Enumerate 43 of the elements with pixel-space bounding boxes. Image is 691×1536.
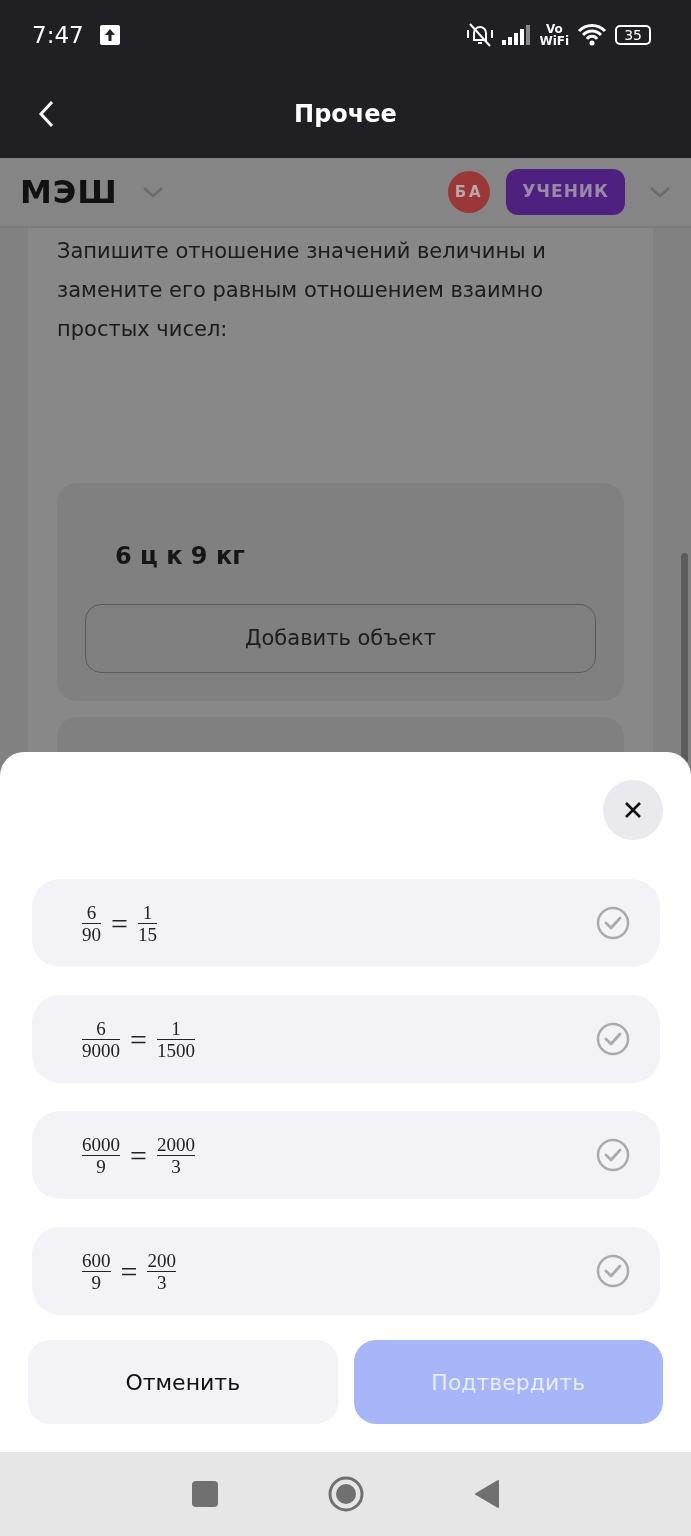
logo[interactable]: МЭШ: [20, 168, 118, 216]
battery-icon: 35: [615, 25, 651, 45]
check-icon: [596, 906, 630, 940]
close-icon: [624, 801, 642, 819]
denominator: 90: [82, 923, 101, 945]
quantity-text: 6 ц к 9 кг: [114, 541, 246, 572]
question-text: Запишите отношение значений величины и замените его равным отношением взаимно простых чисел:: [57, 238, 548, 343]
numerator: 600: [82, 1249, 111, 1271]
denominator: 3: [156, 1271, 167, 1293]
equals-sign: =: [130, 1021, 147, 1058]
numerator: 6: [96, 1017, 106, 1039]
home-icon[interactable]: [327, 1476, 364, 1512]
equals-sign: =: [120, 1253, 138, 1290]
numerator: 6: [86, 901, 97, 923]
cancel-button[interactable]: Отменить: [28, 1340, 338, 1424]
denominator: 9000: [82, 1039, 120, 1061]
numerator: 2000: [156, 1133, 195, 1155]
recents-icon[interactable]: [191, 1481, 218, 1507]
equals-sign: =: [130, 1137, 147, 1174]
numerator: 1: [171, 1017, 181, 1039]
clock: 7:47: [32, 20, 84, 50]
equals-sign: =: [111, 905, 128, 942]
numerator: 1: [142, 901, 153, 923]
denominator: 15: [137, 923, 157, 945]
vowifi-label: WiFi: [539, 35, 570, 47]
numerator: 6000: [82, 1133, 120, 1155]
denominator: 1500: [156, 1039, 195, 1061]
mute-icon: [465, 22, 494, 48]
check-icon: [596, 1022, 630, 1056]
add-object-button[interactable]: Добавить объект: [85, 604, 596, 673]
denominator: 9: [91, 1271, 101, 1293]
signal-icon: [501, 25, 532, 45]
vowifi-label: Vo: [545, 23, 563, 35]
upload-icon: [99, 25, 120, 45]
denominator: 3: [171, 1155, 181, 1177]
check-icon: [596, 1138, 630, 1172]
numerator: 200: [147, 1249, 176, 1271]
screen-title: Прочее: [294, 99, 397, 130]
scrollbar[interactable]: [681, 553, 688, 763]
check-icon: [596, 1254, 630, 1288]
role-badge[interactable]: УЧЕНИК: [506, 169, 625, 215]
denominator: 9: [96, 1155, 106, 1177]
wifi-icon: [577, 23, 608, 47]
